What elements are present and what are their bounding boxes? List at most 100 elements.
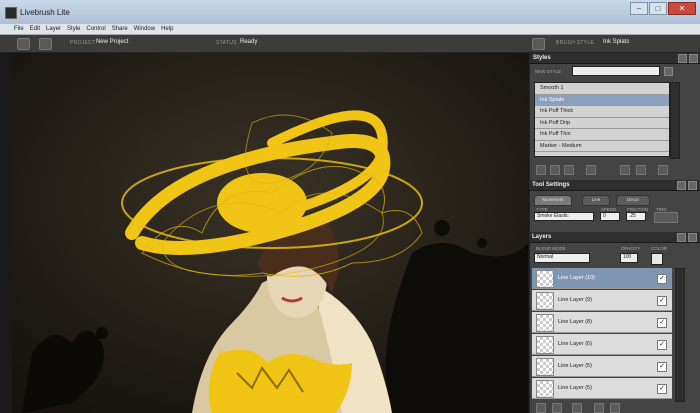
add-style-icon[interactable] xyxy=(664,67,673,76)
visibility-checkbox[interactable]: ✓ xyxy=(657,274,667,284)
artwork-illustration xyxy=(12,53,528,413)
layer-row-selected[interactable]: Line Layer (10) ✓ xyxy=(532,268,672,289)
layer-row[interactable]: Line Layer (9) ✓ xyxy=(532,290,672,311)
layer-thumbnail xyxy=(536,358,554,376)
style-item[interactable]: Ink Puff Thick xyxy=(535,106,669,118)
speed-input[interactable]: 0 xyxy=(600,212,620,221)
layer-row[interactable]: Line Layer (6) ✓ xyxy=(532,334,672,355)
layer-name: Line Layer (9) xyxy=(558,297,592,303)
layer-row[interactable]: Line Layer (8) ✓ xyxy=(532,312,672,333)
style-item[interactable]: Marker - Medium xyxy=(535,141,669,152)
style-list-scrollbar[interactable] xyxy=(670,82,680,159)
layer-thumbnail xyxy=(536,314,554,332)
tab-movement[interactable]: Movement xyxy=(534,195,572,206)
style-item[interactable]: Smooth 1 xyxy=(535,83,669,95)
merge-layer-icon[interactable] xyxy=(572,403,582,413)
layer-name: Line Layer (5) xyxy=(558,363,592,369)
delete-style-icon[interactable] xyxy=(658,165,668,175)
layer-name: Line Layer (6) xyxy=(558,341,592,347)
opacity-input[interactable]: 100 xyxy=(620,253,638,263)
visibility-checkbox[interactable]: ✓ xyxy=(657,384,667,394)
minimize-button[interactable]: – xyxy=(630,2,648,15)
style-item[interactable]: Ink Puff Thin xyxy=(535,129,669,141)
type-select[interactable]: Smoke Elastic xyxy=(534,212,594,221)
collapse-icon[interactable] xyxy=(688,181,697,190)
export-style-icon[interactable] xyxy=(586,165,596,175)
status-label: STATUS xyxy=(216,40,237,46)
new-style-input[interactable] xyxy=(572,66,660,76)
friction-input[interactable]: .25 xyxy=(626,212,646,221)
layer-row[interactable]: Line Layer (5) ✓ xyxy=(532,356,672,377)
styles-panel-header: Styles xyxy=(530,53,700,64)
layer-row[interactable]: Line Layer (5) ✓ xyxy=(532,378,672,399)
layers-scrollbar[interactable] xyxy=(675,268,685,402)
collapse-icon[interactable] xyxy=(688,233,697,242)
tool-settings-header: Tool Settings xyxy=(529,180,700,191)
color-label: COLOR xyxy=(651,246,668,251)
style-item-selected[interactable]: Ink Splats xyxy=(535,94,669,106)
menu-control[interactable]: Control xyxy=(86,26,105,32)
layers-panel-title: Layers xyxy=(532,234,552,240)
visibility-checkbox[interactable]: ✓ xyxy=(657,362,667,372)
menu-help[interactable]: Help xyxy=(161,26,173,32)
brush-style-value: Ink Splats xyxy=(603,39,630,45)
layers-panel-header: Layers xyxy=(529,232,700,243)
brush-style-label: BRUSH STYLE xyxy=(556,40,595,46)
tool-settings-title: Tool Settings xyxy=(532,182,570,188)
visibility-checkbox[interactable]: ✓ xyxy=(657,340,667,350)
trig-toggle[interactable] xyxy=(654,212,678,223)
opacity-label: OPACITY xyxy=(621,246,641,251)
save-icon[interactable] xyxy=(39,38,52,50)
layer-thumbnail xyxy=(536,380,554,398)
move-up-icon[interactable] xyxy=(594,403,604,413)
menu-style[interactable]: Style xyxy=(67,26,80,32)
status-value: Ready xyxy=(240,39,258,45)
layer-thumbnail xyxy=(536,292,554,310)
menu-file[interactable]: File xyxy=(14,26,24,32)
brush-icon[interactable] xyxy=(532,38,545,50)
menu-edit[interactable]: Edit xyxy=(30,26,40,32)
window-controls: – □ ✕ xyxy=(630,2,696,15)
project-label: PROJECT xyxy=(70,40,96,46)
layer-name: Line Layer (8) xyxy=(558,319,592,325)
tab-decor[interactable]: Decor xyxy=(616,195,650,206)
layer-name: Line Layer (10) xyxy=(558,275,595,281)
move-up-icon[interactable] xyxy=(620,165,630,175)
layer-thumbnail xyxy=(536,336,554,354)
move-down-icon[interactable] xyxy=(636,165,646,175)
drawing-canvas[interactable] xyxy=(12,53,528,413)
maximize-button[interactable]: □ xyxy=(649,2,667,15)
new-layer-icon[interactable] xyxy=(536,403,546,413)
duplicate-layer-icon[interactable] xyxy=(552,403,562,413)
duplicate-style-icon[interactable] xyxy=(550,165,560,175)
layer-color-swatch[interactable] xyxy=(651,253,663,265)
visibility-checkbox[interactable]: ✓ xyxy=(657,318,667,328)
close-button[interactable]: ✕ xyxy=(668,2,696,15)
blend-mode-label: BLEND MODE xyxy=(536,246,566,251)
help-icon[interactable] xyxy=(677,233,686,242)
menu-bar: File Edit Layer Style Control Share Wind… xyxy=(0,24,700,35)
menu-window[interactable]: Window xyxy=(134,26,155,32)
move-down-icon[interactable] xyxy=(610,403,620,413)
import-style-icon[interactable] xyxy=(564,165,574,175)
menu-layer[interactable]: Layer xyxy=(46,26,61,32)
settings-icon[interactable] xyxy=(17,38,30,50)
new-style-icon[interactable] xyxy=(536,165,546,175)
app-icon xyxy=(5,7,17,19)
blend-mode-select[interactable]: Normal xyxy=(534,253,590,263)
window-title: Livebrush Lite xyxy=(20,8,70,17)
collapse-icon[interactable] xyxy=(689,54,698,63)
visibility-checkbox[interactable]: ✓ xyxy=(657,296,667,306)
style-item[interactable]: Ink Puff Drip xyxy=(535,118,669,129)
help-icon[interactable] xyxy=(678,54,687,63)
style-list: Smooth 1 Ink Splats Ink Puff Thick Ink P… xyxy=(534,82,670,157)
menu-share[interactable]: Share xyxy=(112,26,128,32)
styles-panel-title: Styles xyxy=(533,55,551,61)
layer-name: Line Layer (5) xyxy=(558,385,592,391)
help-icon[interactable] xyxy=(677,181,686,190)
title-bar: Livebrush Lite – □ ✕ xyxy=(0,0,700,25)
new-style-label: NEW STYLE xyxy=(535,69,562,74)
tab-line[interactable]: Line xyxy=(582,195,610,206)
project-name: New Project xyxy=(96,39,129,45)
top-toolbar: PROJECT New Project STATUS Ready BRUSH S… xyxy=(0,35,700,53)
